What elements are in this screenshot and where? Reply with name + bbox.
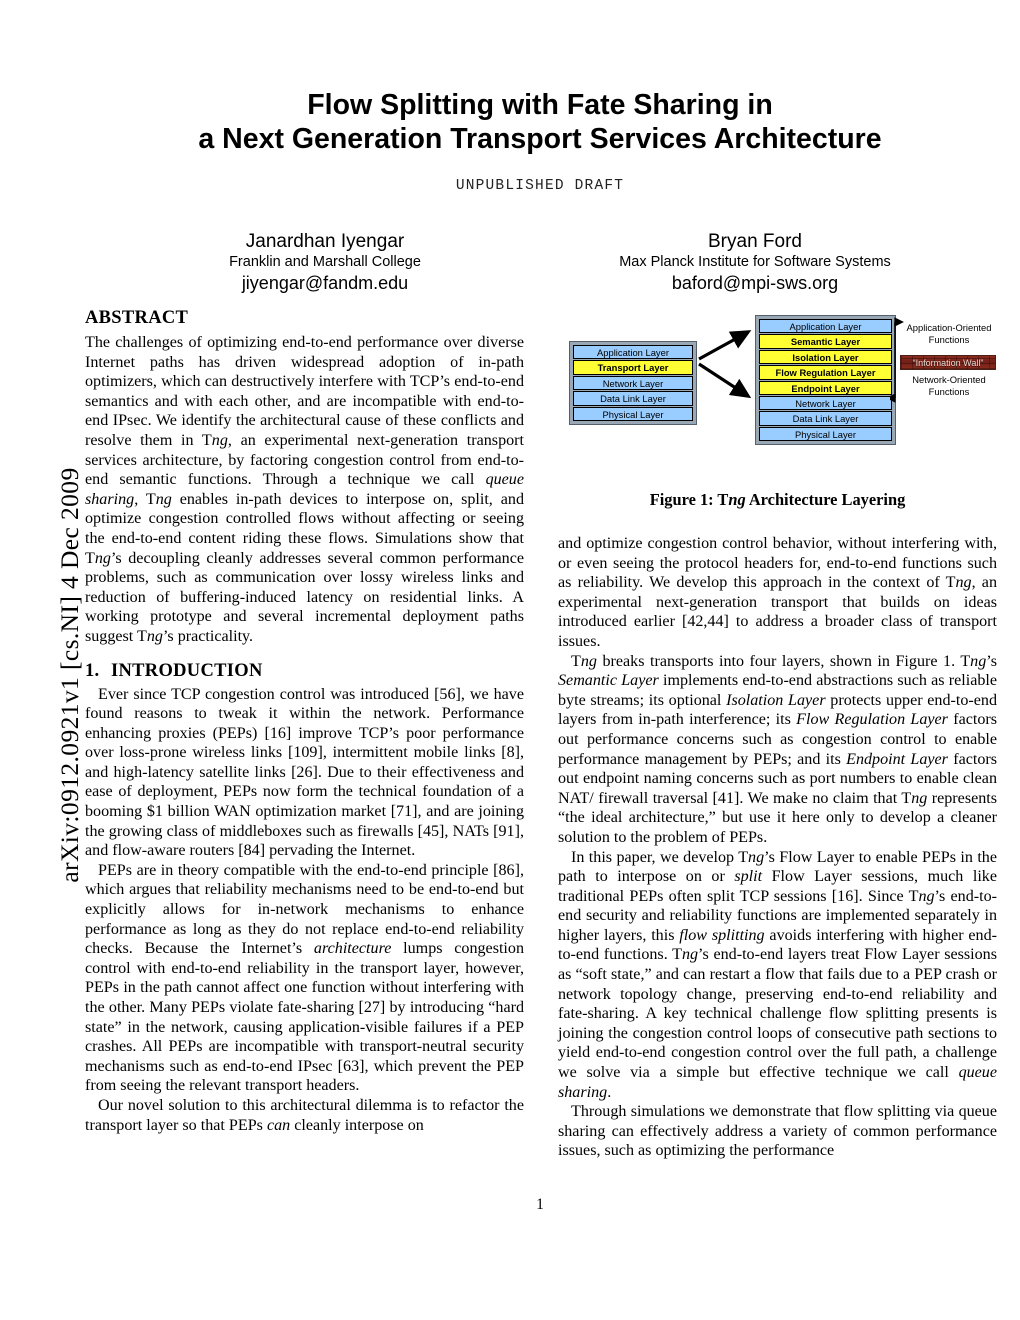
page-title-line-1: Flow Splitting with Fate Sharing in [307, 89, 773, 121]
application-oriented-functions-line-1: Application-Oriented [906, 322, 992, 333]
figure-function-annotations: Application-Oriented Functions “Informat… [890, 316, 998, 424]
author-block: Janardhan Iyengar Franklin and Marshall … [110, 230, 970, 295]
author-entry: Janardhan Iyengar Franklin and Marshall … [110, 230, 540, 295]
author-affiliation: Max Planck Institute for Software System… [619, 254, 891, 270]
author-entry: Bryan Ford Max Planck Institute for Soft… [540, 230, 970, 295]
figure-caption-prefix: Figure 1: T [649, 490, 729, 509]
two-column-body: ABSTRACT The challenges of optimizing en… [85, 308, 997, 1161]
section-number: 1. [85, 660, 100, 681]
figure-caption-suffix: Architecture Layering [745, 490, 906, 509]
application-oriented-functions-label: Application-Oriented Functions [900, 322, 998, 345]
author-email: baford@mpi-sws.org [671, 273, 839, 293]
abstract-heading: ABSTRACT [85, 308, 189, 328]
right-paragraph-4: Through simulations we demonstrate that … [558, 1103, 997, 1160]
information-wall-box: “Information Wall” [900, 355, 996, 370]
right-paragraph-1: and optimize congestion control behavior… [558, 535, 998, 650]
draft-status-note: UNPUBLISHED DRAFT [455, 178, 625, 194]
paper-page: Flow Splitting with Fate Sharing in a Ne… [60, 0, 1020, 1320]
intro-paragraph-1: Ever since TCP congestion control was in… [85, 685, 524, 860]
network-oriented-functions-line-1: Network-Oriented [912, 374, 986, 385]
figure-caption-italic: ng [728, 490, 746, 509]
page-title-line-2: a Next Generation Transport Services Arc… [198, 123, 882, 155]
intro-paragraph-3: Our novel solution to this architectural… [85, 1096, 524, 1134]
arrow-transport-to-semantic [698, 330, 752, 361]
page-number: 1 [536, 1196, 544, 1213]
intro-paragraph-2: PEPs are in theory compatible with the e… [85, 861, 524, 1095]
arrow-transport-to-endpoint [698, 362, 752, 399]
right-paragraph-2: Tng breaks transports into four layers, … [558, 652, 998, 846]
arxiv-stamp: arXiv:0912.0921v1 [cs.NI] 4 Dec 2009 [0, 0, 84, 1320]
author-name: Janardhan Iyengar [245, 231, 405, 252]
application-oriented-functions-line-2: Functions [928, 333, 970, 345]
section-title: INTRODUCTION [111, 660, 263, 681]
title-block: Flow Splitting with Fate Sharing in a Ne… [60, 0, 1020, 194]
network-oriented-functions-label: Network-Oriented Functions [900, 374, 998, 397]
right-column: Application Layer Transport Layer Networ… [558, 308, 997, 1161]
network-oriented-functions-line-2: Functions [928, 385, 970, 397]
right-paragraph-3: In this paper, we develop Tng’s Flow Lay… [558, 848, 998, 1101]
figure-1-architecture-layering: Application Layer Transport Layer Networ… [558, 308, 997, 476]
introduction-heading: 1. INTRODUCTION [85, 661, 524, 682]
figure-1-caption: Figure 1: Tng Architecture Layering [558, 490, 997, 510]
page-title: Flow Splitting with Fate Sharing in a Ne… [170, 88, 910, 156]
author-email: jiyengar@fandm.edu [241, 273, 409, 293]
abstract-paragraph: The challenges of optimizing end-to-end … [85, 334, 524, 645]
author-name: Bryan Ford [708, 231, 802, 252]
left-column: ABSTRACT The challenges of optimizing en… [85, 308, 524, 1161]
author-affiliation: Franklin and Marshall College [229, 254, 421, 270]
